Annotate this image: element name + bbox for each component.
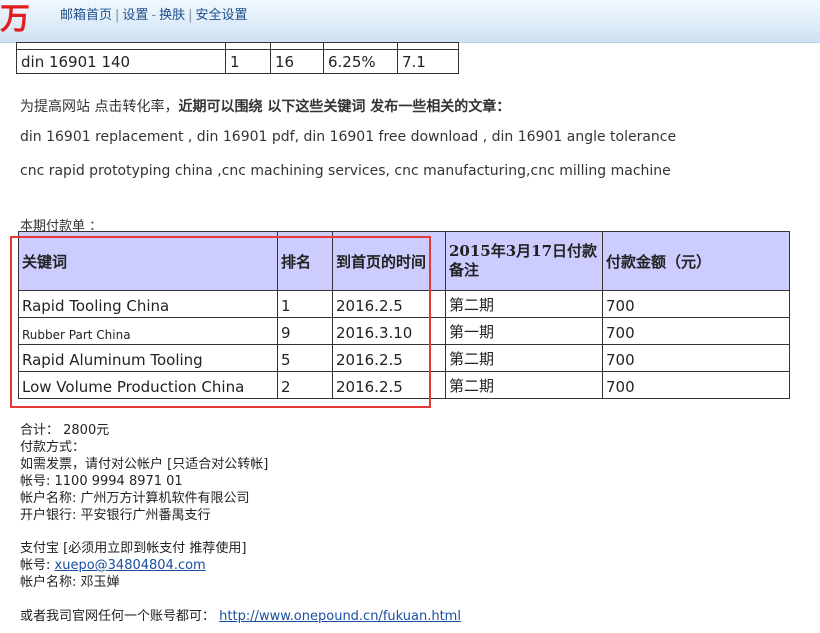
logo: 万 [0,2,31,37]
amount-cell: 700 [602,290,790,318]
bank-account-number: 帐号: 1100 9994 8971 01 [20,474,183,489]
bank-account-name: 帐户名称: 广州万方计算机软件有限公司 [20,491,250,506]
nav-separator: | [188,8,193,23]
keyword-cell: din 16901 140 [16,49,226,74]
header-keyword: 关键词 [18,231,278,291]
nav-mail-home[interactable]: 邮箱首页 [60,8,112,23]
top-nav: 邮箱首页 | 设置 - 换肤 | 安全设置 [60,4,248,23]
date-cell: 2016.2.5 [332,290,446,318]
rank-cell: 1 [225,49,271,74]
table-row: Rubber Part China 9 2016.3.10 第一期 700 [18,317,790,345]
period-cell: 第二期 [445,344,603,372]
previous-ranking-table: din 16901 140 1 16 6.25% 7.1 [16,42,459,74]
keyword-cell: Rubber Part China [18,317,278,345]
header-rank: 排名 [277,231,333,291]
alipay-email-link[interactable]: xuepo@34804804.com [55,558,206,573]
keyword-cell: Rapid Aluminum Tooling [18,344,278,372]
mail-header: 万 邮箱首页 | 设置 - 换肤 | 安全设置 [0,0,820,43]
alipay-account-name: 帐户名称: 邓玉婵 [20,575,120,590]
alipay-info: 支付宝 [必须用立即到帐支付 推荐使用] 帐号: xuepo@34804804.… [20,540,246,591]
keyword-cell: Rapid Tooling China [18,290,278,318]
payment-info: 合计： 2800元 付款方式： 如需发票，请付对公帐户 [只适合对公转帐] 帐号… [20,422,268,524]
keywords-line: cnc rapid prototyping china ,cnc machini… [20,163,671,179]
table-row-cut [16,42,459,50]
bank-name: 开户银行: 平安银行广州番禺支行 [20,508,211,523]
table-row: din 16901 140 1 16 6.25% 7.1 [16,49,459,74]
invoice-note: 如需发票，请付对公帐户 [只适合对公转帐] [20,457,269,472]
table-row: Rapid Aluminum Tooling 5 2016.2.5 第二期 70… [18,344,790,372]
nav-separator: | [115,8,120,23]
header-amount: 付款金额（元） [602,231,790,291]
table-row: Low Volume Production China 2 2016.2.5 第… [18,371,790,399]
period-cell: 第一期 [445,317,603,345]
date-cell: 2016.2.5 [332,344,446,372]
period-cell: 第二期 [445,371,603,399]
nav-skin[interactable]: 换肤 [159,8,185,23]
alipay-title: 支付宝 [必须用立即到帐支付 推荐使用] [20,541,247,556]
amount-cell: 700 [602,371,790,399]
rank-cell: 2 [277,371,333,399]
nav-dash: - [151,8,157,23]
payment-method-label: 付款方式： [20,440,86,455]
total-amount: 合计： 2800元 [20,423,110,438]
period-cell: 第二期 [445,290,603,318]
amount-cell: 700 [602,344,790,372]
amount-cell: 700 [602,317,790,345]
official-site-line: 或者我司官网任何一个账号都可： http://www.onepound.cn/f… [20,609,461,624]
alipay-account-line: 帐号: xuepo@34804804.com [20,558,206,573]
official-url-link[interactable]: http://www.onepound.cn/fukuan.html [219,609,461,624]
keyword-cell: Low Volume Production China [18,371,278,399]
payment-table: 关键词 排名 到首页的时间 2015年3月17日付款备注 付款金额（元） Rap… [18,231,790,399]
rank-cell: 5 [277,344,333,372]
intro-text: 为提高网站 点击转化率，近期可以围绕 以下这些关键词 发布一些相关的文章： [20,99,511,115]
value-cell: 16 [270,49,324,74]
rank-cell: 9 [277,317,333,345]
intro-bold-text: 近期可以围绕 以下这些关键词 发布一些相关的文章： [178,99,511,115]
date-cell: 2016.3.10 [332,317,446,345]
header-home-time: 到首页的时间 [332,231,446,291]
header-payment-note: 2015年3月17日付款备注 [445,231,603,291]
value-cell: 7.1 [397,49,459,74]
rank-cell: 1 [277,290,333,318]
rate-cell: 6.25% [323,49,398,74]
table-row: Rapid Tooling China 1 2016.2.5 第二期 700 [18,290,790,318]
table-header-row: 关键词 排名 到首页的时间 2015年3月17日付款备注 付款金额（元） [18,231,790,291]
nav-security[interactable]: 安全设置 [196,8,248,23]
date-cell: 2016.2.5 [332,371,446,399]
keywords-line: din 16901 replacement , din 16901 pdf, d… [20,129,677,145]
nav-settings[interactable]: 设置 [122,8,148,23]
